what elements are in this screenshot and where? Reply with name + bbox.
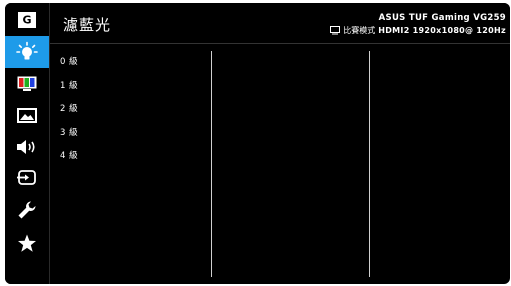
gamevisual-letter: G bbox=[22, 14, 31, 27]
model-name: ASUS TUF Gaming VG259 bbox=[378, 13, 506, 23]
blue-light-filter-icon bbox=[16, 41, 38, 60]
gamevisual-icon: G bbox=[18, 12, 36, 28]
sidebar-item-color[interactable] bbox=[5, 69, 49, 99]
wrench-icon bbox=[18, 201, 36, 219]
options-list: 0 級 1 級 2 級 3 級 4 級 bbox=[60, 51, 210, 169]
sidebar-item-sound[interactable] bbox=[5, 132, 49, 162]
column-divider-1 bbox=[211, 51, 212, 277]
option-level-1[interactable]: 1 級 bbox=[60, 75, 210, 99]
signal-info: HDMI2 1920x1080@ 120Hz bbox=[378, 26, 506, 35]
sidebar: G bbox=[5, 3, 49, 284]
sidebar-item-input-select[interactable] bbox=[5, 163, 49, 193]
sound-icon bbox=[17, 140, 35, 154]
game-mode-label: 比賽模式 bbox=[343, 26, 376, 35]
osd-menu: G 濾藍光 ASUS TUF Gaming VG259 比賽模式 HDMI2 1… bbox=[5, 3, 510, 284]
option-level-4[interactable]: 4 級 bbox=[60, 145, 210, 169]
color-icon bbox=[17, 76, 37, 91]
image-icon bbox=[17, 108, 37, 123]
option-level-3[interactable]: 3 級 bbox=[60, 122, 210, 146]
sidebar-item-system-setup[interactable] bbox=[5, 195, 49, 225]
sidebar-item-myfavorite[interactable] bbox=[5, 228, 49, 258]
status-row: 比賽模式 HDMI2 1920x1080@ 120Hz bbox=[330, 25, 506, 36]
option-level-2[interactable]: 2 級 bbox=[60, 98, 210, 122]
monitor-icon bbox=[330, 26, 341, 35]
sidebar-divider bbox=[49, 3, 50, 284]
header: 濾藍光 ASUS TUF Gaming VG259 比賽模式 HDMI2 192… bbox=[50, 3, 510, 44]
page-title: 濾藍光 bbox=[63, 16, 112, 34]
option-level-0[interactable]: 0 級 bbox=[60, 51, 210, 75]
column-divider-2 bbox=[369, 51, 370, 277]
input-select-icon bbox=[17, 170, 36, 185]
star-icon bbox=[18, 234, 36, 252]
sidebar-item-image[interactable] bbox=[5, 101, 49, 131]
sidebar-item-gamevisual[interactable]: G bbox=[5, 5, 49, 35]
sidebar-item-blue-light-filter[interactable] bbox=[5, 36, 49, 68]
